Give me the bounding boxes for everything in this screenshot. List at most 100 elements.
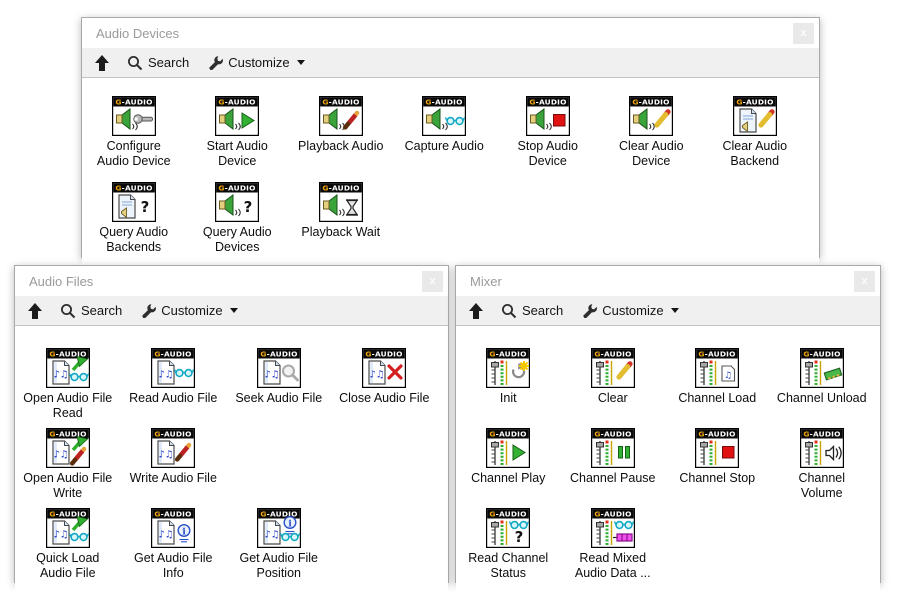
svg-text:♪♫: ♪♫ <box>159 450 174 461</box>
up-level-button[interactable] <box>28 303 42 319</box>
window-title: Audio Devices <box>96 26 793 41</box>
palette-item-label: Channel Volume <box>798 471 845 501</box>
palette-item[interactable]: G-AUDIO Start Audio Device <box>186 96 290 170</box>
titlebar[interactable]: Mixer x <box>456 266 880 296</box>
palette-item-label: Open Audio File Write <box>23 471 112 501</box>
palette-item-label: Channel Play <box>471 471 545 486</box>
palette-item[interactable]: G-AUDIO ♪♫ i Get Audio File Info <box>121 508 227 582</box>
audio-backend-doc-icon <box>740 109 756 132</box>
palette-item[interactable]: G-AUDIO Configure Audio Device <box>82 96 186 170</box>
search-button[interactable]: Search <box>501 303 563 319</box>
svg-text:G-AUDIO: G-AUDIO <box>699 350 736 359</box>
svg-text:♪♫: ♪♫ <box>53 370 68 381</box>
palette-item[interactable]: G-AUDIO Channel Play <box>456 428 561 502</box>
svg-text:G-AUDIO: G-AUDIO <box>115 184 152 193</box>
palette-row: G-AUDIO ?Query Audio BackendsG-AUDIO ?Qu… <box>82 182 819 256</box>
vi-icon-file-note: G-AUDIO ♪♫ <box>46 508 90 548</box>
vi-icon-mixer: G-AUDIO ♫ <box>695 348 739 388</box>
search-button[interactable]: Search <box>127 55 189 71</box>
palette-item[interactable]: G-AUDIO Channel Unload <box>770 348 875 422</box>
palette-item[interactable]: G-AUDIO ♪♫ Open Audio File Read <box>15 348 121 422</box>
stop-icon <box>553 115 565 127</box>
svg-text:G-AUDIO: G-AUDIO <box>803 430 840 439</box>
svg-text:♪♫: ♪♫ <box>53 450 68 461</box>
titlebar[interactable]: Audio Files x <box>15 266 448 296</box>
palette-item-label: Read Channel Status <box>468 551 548 581</box>
palette-item[interactable]: G-AUDIO ♫Channel Load <box>665 348 770 422</box>
chevron-down-icon <box>671 308 679 313</box>
palette-item-label: Quick Load Audio File <box>36 551 99 581</box>
palette-item[interactable]: G-AUDIO Clear Audio Device <box>600 96 704 170</box>
palette-item[interactable]: G-AUDIO ♪♫ Write Audio File <box>121 428 227 502</box>
palette-window-audio-files: Audio Files x Search Customize G-AUDIO ♪… <box>14 265 449 583</box>
palette-item-label: Read Mixed Audio Data ... <box>575 551 651 581</box>
doc-note-icon: ♫ <box>722 366 735 381</box>
palette-item[interactable]: G-AUDIO ♪♫ Close Audio File <box>332 348 438 422</box>
palette-icon-area: G-AUDIO Configure Audio DeviceG-AUDIO St… <box>82 78 819 276</box>
palette-item[interactable]: G-AUDIO Channel Volume <box>770 428 875 502</box>
titlebar[interactable]: Audio Devices x <box>82 18 819 48</box>
palette-item[interactable]: G-AUDIO ?Query Audio Devices <box>186 182 290 256</box>
palette-item[interactable]: G-AUDIO Capture Audio <box>393 96 497 170</box>
vi-icon-speaker: G-AUDIO <box>319 182 363 222</box>
palette-item-label: Stop Audio Device <box>518 139 578 169</box>
palette-item[interactable]: G-AUDIO ?Query Audio Backends <box>82 182 186 256</box>
palette-item[interactable]: G-AUDIO ♪♫ Read Audio File <box>121 348 227 422</box>
palette-item[interactable]: G-AUDIO ♪♫ Quick Load Audio File <box>15 508 121 582</box>
window-title: Audio Files <box>29 274 422 289</box>
palette-item[interactable]: G-AUDIO Channel Stop <box>665 428 770 502</box>
palette-row: G-AUDIO Init G-AUDIO <box>456 348 880 422</box>
palette-item-label: Query Audio Devices <box>203 225 272 255</box>
svg-text:G-AUDIO: G-AUDIO <box>594 430 631 439</box>
palette-item[interactable]: G-AUDIO Clear <box>561 348 666 422</box>
search-button[interactable]: Search <box>60 303 122 319</box>
palette-item-label: Channel Pause <box>570 471 655 486</box>
palette-item[interactable]: G-AUDIO ♪♫ Seek Audio File <box>226 348 332 422</box>
palette-item[interactable]: G-AUDIO Clear Audio Backend <box>703 96 807 170</box>
palette-item-label: Get Audio File Position <box>239 551 318 581</box>
palette-row: G-AUDIO Configure Audio DeviceG-AUDIO St… <box>82 96 819 170</box>
svg-text:♪♫: ♪♫ <box>159 530 174 541</box>
svg-text:G-AUDIO: G-AUDIO <box>322 98 359 107</box>
palette-item[interactable]: G-AUDIO Read Mixed Audio Data ... <box>561 508 666 582</box>
palette-item[interactable]: G-AUDIO Playback Audio <box>289 96 393 170</box>
vi-icon-mixer: G-AUDIO <box>800 428 844 468</box>
svg-text:G-AUDIO: G-AUDIO <box>155 510 192 519</box>
palette-item[interactable]: G-AUDIO ?Read Channel Status <box>456 508 561 582</box>
svg-text:G-AUDIO: G-AUDIO <box>633 98 670 107</box>
up-level-button[interactable] <box>469 303 483 319</box>
customize-label: Customize <box>602 303 663 318</box>
search-icon <box>501 303 517 319</box>
audio-file-icon: ♪♫ <box>158 361 174 384</box>
palette-item[interactable]: G-AUDIO ♪♫ i Get Audio File Position <box>226 508 332 582</box>
vi-icon-mixer: G-AUDIO <box>800 348 844 388</box>
palette-item[interactable]: G-AUDIO Stop Audio Device <box>496 96 600 170</box>
svg-text:♪♫: ♪♫ <box>264 370 279 381</box>
up-arrow-icon <box>28 303 42 319</box>
up-arrow-icon <box>469 303 483 319</box>
wrench-icon <box>207 55 223 71</box>
palette-item-label: Seek Audio File <box>235 391 322 406</box>
palette-item[interactable]: G-AUDIO Playback Wait <box>289 182 393 256</box>
customize-button[interactable]: Customize <box>581 303 678 319</box>
question-icon: ? <box>515 528 524 546</box>
palette-item[interactable]: G-AUDIO Channel Pause <box>561 428 666 502</box>
up-level-button[interactable] <box>95 55 109 71</box>
vi-icon-file-note: G-AUDIO ♪♫ <box>151 428 195 468</box>
palette-item-label: Clear <box>598 391 628 406</box>
audio-file-icon: ♪♫ <box>53 521 69 544</box>
palette-item-label: Write Audio File <box>130 471 217 486</box>
search-label: Search <box>522 303 563 318</box>
svg-text:♫: ♫ <box>724 371 732 381</box>
palette-item[interactable]: G-AUDIO ♪♫ Open Audio File Write <box>15 428 121 502</box>
close-button[interactable]: x <box>422 271 443 292</box>
palette-item-label: Configure Audio Device <box>97 139 171 169</box>
customize-button[interactable]: Customize <box>207 55 304 71</box>
close-button[interactable]: x <box>854 271 875 292</box>
wrench-icon <box>581 303 597 319</box>
palette-item[interactable]: G-AUDIO Init <box>456 348 561 422</box>
close-button[interactable]: x <box>793 23 814 44</box>
vi-icon-file-note: G-AUDIO ♪♫ i <box>257 508 301 548</box>
audio-file-icon: ♪♫ <box>264 361 280 384</box>
customize-button[interactable]: Customize <box>140 303 237 319</box>
